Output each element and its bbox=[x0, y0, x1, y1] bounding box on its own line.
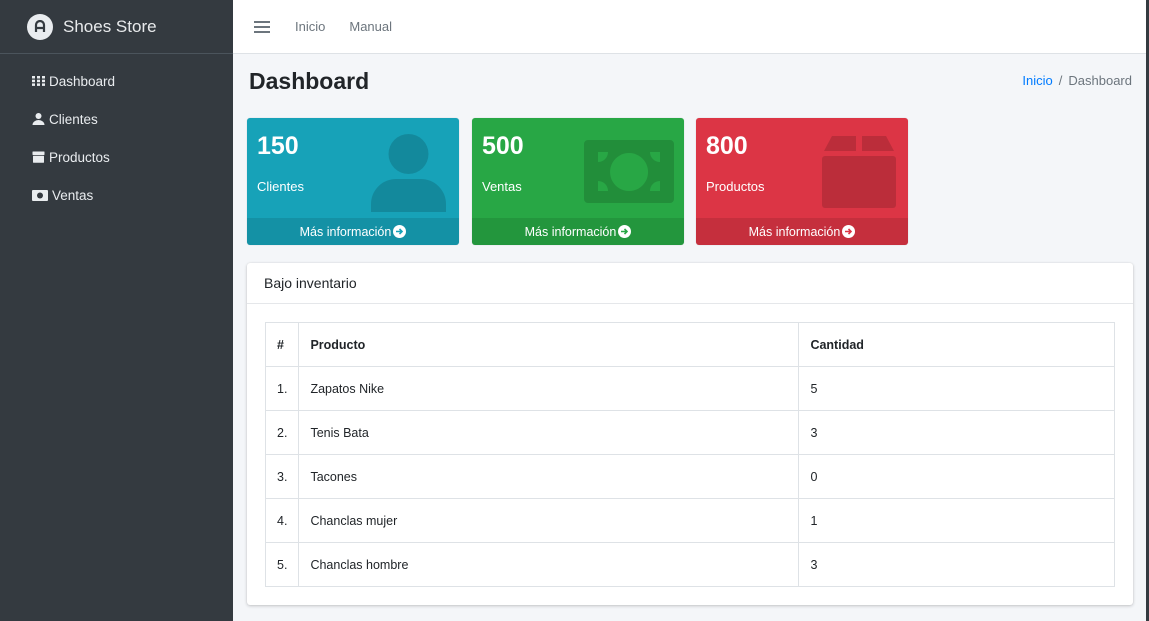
row-number: 1. bbox=[264, 366, 300, 411]
row-producto: Tacones bbox=[298, 454, 800, 499]
sidebar-item-label: Dashboard bbox=[49, 73, 116, 89]
inventory-table-wrapper: # Producto Cantidad 1. Zapatos Nike 5 2.… bbox=[264, 322, 1115, 587]
stat-box-productos: 800 Productos Más información bbox=[696, 118, 908, 245]
row-number: 2. bbox=[264, 410, 300, 455]
more-info-label: Más información bbox=[299, 224, 392, 239]
inventory-table: # Producto Cantidad 1. Zapatos Nike 5 2.… bbox=[264, 322, 1115, 587]
grid-icon bbox=[32, 76, 45, 86]
row-cantidad: 3 bbox=[798, 542, 1115, 587]
table-row: 3. Tacones 0 bbox=[264, 454, 1115, 499]
arrow-circle-right-icon bbox=[618, 225, 632, 238]
sidebar: Shoes Store Dashboard Clientes Productos… bbox=[0, 0, 233, 621]
more-info-link[interactable]: Más información bbox=[696, 218, 908, 245]
sidebar-item-label: Productos bbox=[49, 149, 110, 165]
sidebar-item-label: Clientes bbox=[49, 111, 98, 127]
column-header-producto: Producto bbox=[298, 322, 800, 367]
card-title: Bajo inventario bbox=[247, 263, 1133, 304]
user-icon bbox=[371, 134, 446, 212]
row-producto: Chanclas mujer bbox=[298, 498, 800, 543]
breadcrumb-current: Dashboard bbox=[1068, 73, 1132, 88]
arrow-circle-right-icon bbox=[393, 225, 407, 238]
row-cantidad: 1 bbox=[798, 498, 1115, 543]
sidebar-item-clientes[interactable]: Clientes bbox=[0, 100, 233, 138]
more-info-link[interactable]: Más información bbox=[472, 218, 684, 245]
row-number: 5. bbox=[264, 542, 300, 587]
money-icon bbox=[584, 140, 674, 203]
breadcrumb: Inicio / Dashboard bbox=[1022, 73, 1132, 88]
row-number: 4. bbox=[264, 498, 300, 543]
column-header-cantidad: Cantidad bbox=[798, 322, 1115, 367]
brand-link[interactable]: Shoes Store bbox=[0, 0, 233, 54]
nav-link-inicio[interactable]: Inicio bbox=[295, 19, 325, 34]
sidebar-item-ventas[interactable]: Ventas bbox=[0, 176, 233, 214]
more-info-label: Más información bbox=[748, 224, 841, 239]
row-cantidad: 0 bbox=[798, 454, 1115, 499]
row-cantidad: 5 bbox=[798, 366, 1115, 411]
sidebar-nav: Dashboard Clientes Productos Ventas bbox=[0, 62, 233, 214]
arrow-circle-right-icon bbox=[842, 225, 856, 238]
sidebar-item-dashboard[interactable]: Dashboard bbox=[0, 62, 233, 100]
box-icon bbox=[32, 151, 45, 163]
sidebar-item-label: Ventas bbox=[52, 187, 94, 203]
sidebar-item-productos[interactable]: Productos bbox=[0, 138, 233, 176]
column-header-number: # bbox=[264, 322, 300, 367]
table-row: 4. Chanclas mujer 1 bbox=[264, 498, 1115, 543]
nav-link-manual[interactable]: Manual bbox=[349, 19, 392, 34]
row-producto: Chanclas hombre bbox=[298, 542, 800, 587]
row-number: 3. bbox=[264, 454, 300, 499]
table-header-row: # Producto Cantidad bbox=[264, 322, 1115, 367]
table-row: 5. Chanclas hombre 3 bbox=[264, 542, 1115, 587]
row-producto: Zapatos Nike bbox=[298, 366, 800, 411]
row-cantidad: 3 bbox=[798, 410, 1115, 455]
table-row: 2. Tenis Bata 3 bbox=[264, 410, 1115, 455]
stat-box-ventas: 500 Ventas Más información bbox=[472, 118, 684, 245]
money-icon bbox=[32, 189, 48, 201]
more-info-link[interactable]: Más información bbox=[247, 218, 459, 245]
brand-name: Shoes Store bbox=[63, 16, 157, 36]
box-icon bbox=[822, 136, 896, 208]
menu-toggle-icon[interactable] bbox=[254, 20, 270, 33]
table-row: 1. Zapatos Nike 5 bbox=[264, 366, 1115, 411]
stat-box-clientes: 150 Clientes Más información bbox=[247, 118, 459, 245]
low-inventory-card: Bajo inventario # Producto Cantidad 1. Z… bbox=[247, 263, 1133, 605]
breadcrumb-home-link[interactable]: Inicio bbox=[1022, 73, 1052, 88]
more-info-label: Más información bbox=[524, 224, 617, 239]
user-icon bbox=[32, 113, 45, 125]
page-title: Dashboard bbox=[249, 68, 370, 94]
breadcrumb-separator: / bbox=[1058, 73, 1063, 88]
app-logo-icon bbox=[27, 13, 53, 40]
top-navbar: Inicio Manual bbox=[233, 0, 1146, 54]
row-producto: Tenis Bata bbox=[298, 410, 800, 455]
